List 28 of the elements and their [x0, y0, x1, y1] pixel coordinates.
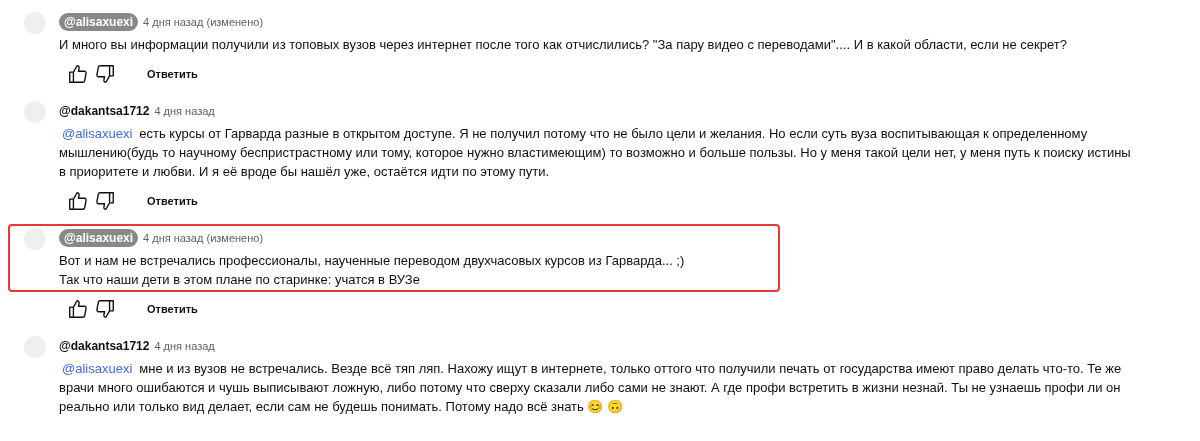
mention-link[interactable]: @alisaxuexi: [62, 126, 133, 141]
thumbs-down-icon[interactable]: [94, 190, 116, 212]
reply-button[interactable]: Ответить: [147, 64, 198, 84]
comment-text: Так что наши дети в этом плане по старинке: учатся в ВУЗе: [59, 272, 420, 287]
mention-link[interactable]: @alisaxuexi: [62, 361, 133, 376]
thumbs-down-icon[interactable]: [94, 63, 116, 85]
thumbs-up-icon[interactable]: [67, 190, 89, 212]
comment-time[interactable]: 4 дня назад: [154, 105, 215, 117]
comment-text: И много вы информации получили из топовых вузов через интернет после того как отчислились? "За пару видео с переводами".... И в какой области, если не секрет?: [59, 37, 1067, 52]
comment-time[interactable]: 4 дня назад (изменено): [143, 232, 264, 244]
comment-text: врачи много ошибаются и чушь выписывают ложную, либо потому что сверху сказали либо сами не знают. А где профи встретить в жизни незнай. Ты не узнаешь профи ли он: [59, 380, 1121, 395]
comment-time[interactable]: 4 дня назад: [154, 340, 215, 352]
reply-button[interactable]: Ответить: [147, 299, 198, 319]
comment-time[interactable]: 4 дня назад (изменено): [143, 16, 264, 28]
thumbs-up-icon[interactable]: [67, 298, 89, 320]
comment-text: реально или только вид делает, если сам не будешь понимать. Потому надо всё знать 😊 🙃: [59, 399, 624, 414]
comment-text: мне и из вузов не встречались. Везде всё тяп ляп. Нахожу ищут в интернете, только оттого что получили печать от государства имеют право делать что-то. Те же: [139, 361, 1122, 376]
author-name[interactable]: @alisaxuexi: [59, 13, 139, 31]
author-name[interactable]: @dakantsa1712: [59, 338, 150, 354]
comment-text: Вот и нам не встречались профессионалы, наученные переводом двухчасовых курсов из Гарварда... ;): [59, 253, 685, 268]
comment-text: есть курсы от Гарварда разные в открытом доступе. Я не получил потому что не было цели и желания. Но если суть вуза воспитывающая к определенному: [139, 126, 1088, 141]
author-name[interactable]: @alisaxuexi: [59, 229, 139, 247]
thumbs-up-icon[interactable]: [67, 63, 89, 85]
thumbs-down-icon[interactable]: [94, 298, 116, 320]
author-name[interactable]: @dakantsa1712: [59, 103, 150, 119]
comment-text: в приоритете и любви. И я её вроде бы нашёл уже, остаётся идти по этому пути.: [59, 164, 550, 179]
comment-text: мышлению(будь то научному беспристрастному или тому, которое нужно властимеющим) то возможно и больше пользы. Но у меня такой цели нет, у меня путь к поиску истины: [59, 145, 1131, 160]
reply-button[interactable]: Ответить: [147, 191, 198, 211]
